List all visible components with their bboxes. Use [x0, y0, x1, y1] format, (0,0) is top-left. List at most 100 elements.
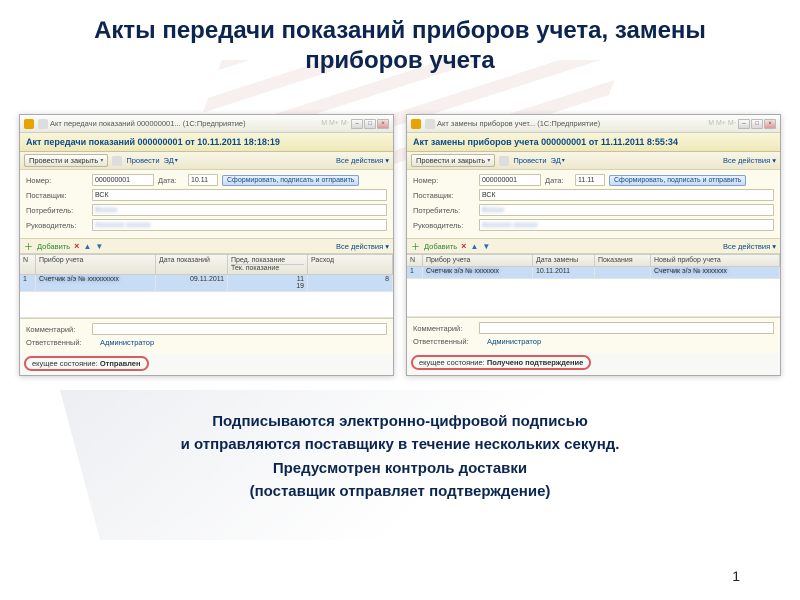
col-n[interactable]: N: [407, 255, 423, 266]
status-label: екущее состояние:: [32, 359, 98, 368]
consumer-field[interactable]: Вxxxxx: [479, 204, 774, 216]
status-value: Получено подтверждение: [487, 358, 584, 367]
add-row-button[interactable]: Добавить: [424, 242, 457, 251]
add-row-button[interactable]: Добавить: [37, 242, 70, 251]
status-highlight: екущее состояние: Получено подтверждение: [411, 355, 591, 370]
col-device[interactable]: Прибор учета: [423, 255, 533, 266]
table-row[interactable]: 1 Счетчик э/э № xxxxxxx 10.11.2011 Счетч…: [407, 267, 780, 279]
col-read-date[interactable]: Дата показаний: [156, 255, 228, 274]
ed-menu[interactable]: ЭД▾: [164, 156, 178, 165]
status-highlight: екущее состояние: Отправлен: [24, 356, 149, 371]
col-reading[interactable]: Показания: [595, 255, 651, 266]
titlebar: Акт замены приборов учет... (1C:Предприя…: [407, 115, 780, 133]
form-sign-send-button[interactable]: Сформировать, подписать и отправить: [609, 175, 746, 186]
move-down-icon[interactable]: ▼: [95, 242, 103, 251]
col-cur-reading[interactable]: Тек. показание: [231, 264, 304, 272]
cell-reading: [595, 267, 651, 278]
label-number: Номер:: [413, 176, 475, 185]
conduct-and-close-button[interactable]: Провести и закрыть▾: [24, 154, 108, 167]
grid-all-actions-menu[interactable]: Все действия ▾: [336, 242, 389, 251]
save-icon[interactable]: [499, 156, 509, 166]
window-title: Акт передачи показаний 000000001... (1C:…: [50, 119, 319, 128]
manager-field[interactable]: Аxxxxxxx xxxxxxx: [479, 219, 774, 231]
close-button[interactable]: ×: [764, 119, 776, 129]
label-responsible: Ответственный:: [413, 337, 483, 346]
ed-menu[interactable]: ЭД▾: [551, 156, 565, 165]
consumer-field[interactable]: Вxxxxx: [92, 204, 387, 216]
label-number: Номер:: [26, 176, 88, 185]
label-supplier: Поставщик:: [26, 191, 88, 200]
col-n[interactable]: N: [20, 255, 36, 274]
number-field[interactable]: 000000001: [92, 174, 154, 186]
responsible-link[interactable]: Администратор: [487, 337, 541, 346]
maximize-button[interactable]: □: [364, 119, 376, 129]
document-header: Акт замены приборов учета 000000001 от 1…: [407, 133, 780, 152]
window-readings: Акт передачи показаний 000000001... (1C:…: [19, 114, 394, 376]
col-prev-reading[interactable]: Пред. показание: [231, 257, 304, 264]
label-comment: Комментарий:: [26, 325, 88, 334]
cell-usage: 8: [308, 275, 393, 291]
col-device[interactable]: Прибор учета: [36, 255, 156, 274]
command-bar: Провести и закрыть▾ Провести ЭД▾ Все дей…: [407, 152, 780, 170]
grid-toolbar: ＋ Добавить × ▲ ▼ Все действия ▾: [407, 238, 780, 254]
slide-caption: Подписываются электронно-цифровой подпис…: [0, 376, 800, 503]
comment-field[interactable]: [479, 322, 774, 334]
table-row[interactable]: [20, 292, 393, 318]
manager-field[interactable]: Аxxxxxxx xxxxxxx: [92, 219, 387, 231]
responsible-link[interactable]: Администратор: [100, 338, 154, 347]
label-consumer: Потребитель:: [413, 206, 475, 215]
move-up-icon[interactable]: ▲: [470, 242, 478, 251]
table-row[interactable]: 1 Счетчик э/э № xxxxxxxxx 09.11.2011 11 …: [20, 275, 393, 292]
cell-cur: 19: [231, 283, 304, 290]
conduct-and-close-button[interactable]: Провести и закрыть▾: [411, 154, 495, 167]
minimize-button[interactable]: –: [351, 119, 363, 129]
cell-device: Счетчик э/э № xxxxxxx: [423, 267, 533, 278]
move-up-icon[interactable]: ▲: [83, 242, 91, 251]
supplier-field[interactable]: ВСК: [479, 189, 774, 201]
date-field[interactable]: 10.11: [188, 174, 218, 186]
status-label: екущее состояние:: [419, 358, 485, 367]
grid-all-actions-menu[interactable]: Все действия ▾: [723, 242, 776, 251]
date-field[interactable]: 11.11: [575, 174, 605, 186]
slide-title: Акты передачи показаний приборов учета, …: [0, 0, 800, 84]
label-manager: Руководитель:: [413, 221, 475, 230]
col-replace-date[interactable]: Дата замены: [533, 255, 595, 266]
form-sign-send-button[interactable]: Сформировать, подписать и отправить: [222, 175, 359, 186]
all-actions-menu[interactable]: Все действия ▾: [336, 156, 389, 165]
close-button[interactable]: ×: [377, 119, 389, 129]
cell-new-device: Счетчик э/э № xxxxxxx: [651, 267, 780, 278]
cell-n: 1: [407, 267, 423, 278]
windows-row: Акт передачи показаний 000000001... (1C:…: [0, 84, 800, 376]
add-row-icon[interactable]: ＋: [24, 240, 33, 253]
col-new-device[interactable]: Новый прибор учета: [651, 255, 780, 266]
status-value: Отправлен: [100, 359, 141, 368]
toolbar-letters: M M+ M-: [321, 120, 349, 127]
app-icon: [411, 119, 421, 129]
conduct-button[interactable]: Провести: [513, 156, 546, 165]
move-down-icon[interactable]: ▼: [482, 242, 490, 251]
replacement-table: N Прибор учета Дата замены Показания Нов…: [407, 254, 780, 317]
add-row-icon[interactable]: ＋: [411, 240, 420, 253]
window-replacement: Акт замены приборов учет... (1C:Предприя…: [406, 114, 781, 376]
star-icon[interactable]: [38, 119, 48, 129]
star-icon[interactable]: [425, 119, 435, 129]
command-bar: Провести и закрыть▾ Провести ЭД▾ Все дей…: [20, 152, 393, 170]
all-actions-menu[interactable]: Все действия ▾: [723, 156, 776, 165]
delete-row-button[interactable]: ×: [461, 241, 466, 251]
conduct-button[interactable]: Провести: [126, 156, 159, 165]
save-icon[interactable]: [112, 156, 122, 166]
maximize-button[interactable]: □: [751, 119, 763, 129]
number-field[interactable]: 000000001: [479, 174, 541, 186]
label-supplier: Поставщик:: [413, 191, 475, 200]
supplier-field[interactable]: ВСК: [92, 189, 387, 201]
minimize-button[interactable]: –: [738, 119, 750, 129]
comment-field[interactable]: [92, 323, 387, 335]
table-row[interactable]: [407, 279, 780, 317]
cell-date: 09.11.2011: [156, 275, 228, 291]
delete-row-button[interactable]: ×: [74, 241, 79, 251]
readings-table: N Прибор учета Дата показаний Пред. пока…: [20, 254, 393, 318]
label-date: Дата:: [545, 176, 571, 185]
titlebar: Акт передачи показаний 000000001... (1C:…: [20, 115, 393, 133]
col-usage[interactable]: Расход: [308, 255, 393, 274]
cell-date: 10.11.2011: [533, 267, 595, 278]
